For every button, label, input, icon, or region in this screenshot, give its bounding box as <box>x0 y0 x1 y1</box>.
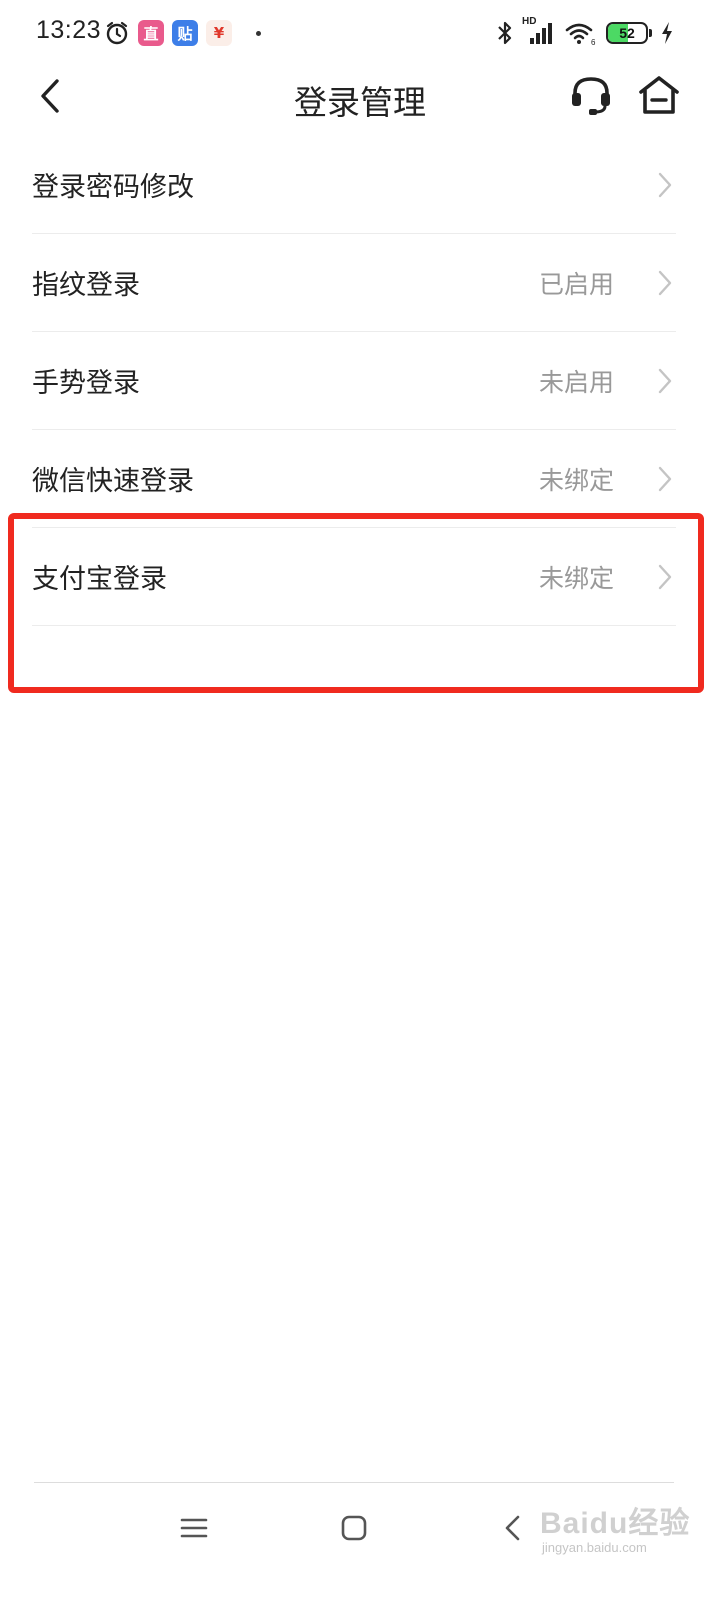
chevron-right-icon <box>654 562 676 592</box>
system-home-button[interactable] <box>336 1508 372 1548</box>
watermark-main: Baidu经验 <box>540 1507 691 1540</box>
customer-service-button[interactable] <box>568 72 614 118</box>
home-icon <box>639 76 679 114</box>
status-right-icons: HD 6 52 <box>496 16 674 46</box>
baidu-watermark: Baidu经验 jingyan.baidu.com <box>540 1494 710 1564</box>
menu-item-value: 未启用 <box>538 367 614 397</box>
app-notification-icon: 直 <box>138 20 164 46</box>
menu-item-label: 手势登录 <box>32 368 140 399</box>
bottom-divider <box>34 1482 674 1483</box>
home-button[interactable] <box>636 72 682 118</box>
menu-item-password-change[interactable]: 登录密码修改 <box>32 136 676 234</box>
battery-icon: 52 <box>606 22 648 44</box>
status-bar: 13:23 直 贴 ¥ HD 6 52 <box>0 0 720 68</box>
chevron-right-icon <box>654 464 676 494</box>
headset-icon <box>572 77 610 115</box>
menu-item-wechat-login[interactable]: 微信快速登录 未绑定 <box>32 430 676 528</box>
chevron-right-icon <box>654 268 676 298</box>
bluetooth-icon <box>498 21 512 45</box>
alarm-icon <box>106 21 128 45</box>
menu-lines-icon <box>180 1518 208 1538</box>
system-back-icon <box>505 1515 520 1541</box>
tieba-notification-icon: 贴 <box>172 20 198 46</box>
more-notifications-dot <box>256 30 261 36</box>
menu-item-label: 登录密码修改 <box>32 172 194 203</box>
menu-item-label: 支付宝登录 <box>32 564 167 595</box>
menu-item-value: 已启用 <box>538 269 614 299</box>
signal-group: HD <box>522 16 556 46</box>
menu-item-value: 未绑定 <box>538 563 614 593</box>
battery-group: 52 <box>606 22 652 44</box>
system-back-button[interactable] <box>496 1508 532 1548</box>
menu-item-value: 未绑定 <box>538 465 614 495</box>
menu-item-gesture-login[interactable]: 手势登录 未启用 <box>32 332 676 430</box>
watermark-url: jingyan.baidu.com <box>542 1540 647 1555</box>
menu-item-label: 微信快速登录 <box>32 466 194 497</box>
status-left-icons: 直 贴 ¥ <box>104 20 261 46</box>
svg-text:6: 6 <box>591 38 596 46</box>
menu-item-alipay-login[interactable]: 支付宝登录 未绑定 <box>32 528 676 626</box>
status-time: 13:23 <box>36 16 102 44</box>
wifi-icon: 6 <box>565 23 596 46</box>
nav-bar: 登录管理 <box>0 68 720 124</box>
battery-level: 52 <box>619 25 635 41</box>
square-home-icon <box>341 1515 367 1541</box>
charging-icon <box>662 22 672 44</box>
menu-item-label: 指纹登录 <box>32 270 140 301</box>
chevron-right-icon <box>654 170 676 200</box>
cell-signal-icon <box>530 23 552 44</box>
login-settings-list: 登录密码修改 指纹登录 已启用 手势登录 未启用 微信快速登录 未绑定 支付宝登… <box>0 136 720 626</box>
menu-item-fingerprint-login[interactable]: 指纹登录 已启用 <box>32 234 676 332</box>
recent-apps-button[interactable] <box>176 1508 212 1548</box>
battery-cap <box>649 29 652 37</box>
chevron-right-icon <box>654 366 676 396</box>
payment-notification-icon: ¥ <box>206 20 232 46</box>
